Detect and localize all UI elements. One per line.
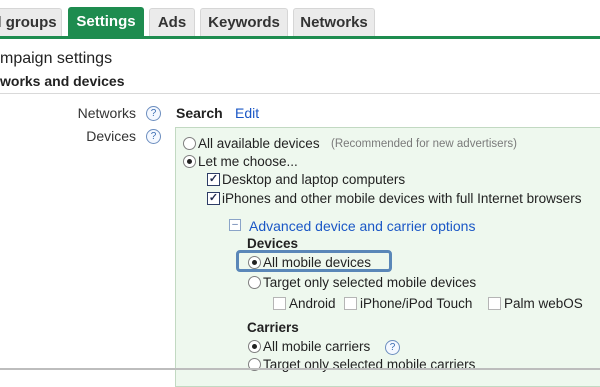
iphones-label: iPhones and other mobile devices with fu… bbox=[222, 191, 582, 206]
target-selected-devices-radio[interactable] bbox=[248, 276, 261, 289]
tab-bar: l groups Settings Ads Keywords Networks bbox=[0, 0, 600, 39]
tab-underline bbox=[0, 36, 600, 39]
networks-label: Networks bbox=[77, 105, 136, 121]
iphones-checkbox[interactable] bbox=[207, 192, 220, 205]
all-mobile-carriers-radio[interactable] bbox=[248, 340, 261, 353]
tab-keywords[interactable]: Keywords bbox=[200, 8, 288, 36]
bottom-border bbox=[0, 368, 600, 370]
collapse-icon[interactable]: – bbox=[229, 219, 241, 231]
desktop-checkbox[interactable] bbox=[207, 173, 220, 186]
recommended-note: (Recommended for new advertisers) bbox=[331, 138, 517, 150]
help-icon[interactable]: ? bbox=[146, 106, 161, 121]
carriers-subheader: Carriers bbox=[247, 320, 299, 335]
section-divider bbox=[0, 93, 600, 94]
iphone-touch-checkbox[interactable] bbox=[344, 297, 357, 310]
section-title: works and devices bbox=[0, 73, 125, 89]
tab-label: l groups bbox=[0, 14, 57, 31]
networks-value: Search bbox=[176, 105, 223, 121]
all-available-devices-label: All available devices bbox=[198, 136, 320, 151]
target-selected-devices-label: Target only selected mobile devices bbox=[263, 275, 477, 290]
tab-networks[interactable]: Networks bbox=[293, 8, 375, 36]
android-checkbox[interactable] bbox=[273, 297, 286, 310]
palm-webos-label: Palm webOS bbox=[504, 296, 583, 311]
all-mobile-carriers-label: All mobile carriers bbox=[263, 339, 371, 354]
all-mobile-devices-label: All mobile devices bbox=[263, 255, 372, 270]
all-available-devices-radio[interactable] bbox=[183, 137, 196, 150]
help-icon[interactable]: ? bbox=[146, 129, 161, 144]
all-mobile-devices-radio[interactable] bbox=[248, 256, 261, 269]
desktop-label: Desktop and laptop computers bbox=[222, 172, 406, 187]
let-me-choose-label: Let me choose... bbox=[198, 154, 298, 169]
tab-label: Ads bbox=[157, 14, 187, 31]
iphone-touch-label: iPhone/iPod Touch bbox=[360, 296, 473, 311]
networks-edit-link[interactable]: Edit bbox=[235, 105, 259, 121]
tab-ad-groups[interactable]: l groups bbox=[0, 8, 62, 36]
devices-label: Devices bbox=[86, 128, 136, 144]
devices-subheader: Devices bbox=[247, 236, 299, 251]
tab-label: Settings bbox=[76, 13, 136, 30]
tab-label: Networks bbox=[300, 14, 368, 31]
tab-settings[interactable]: Settings bbox=[68, 7, 144, 37]
advanced-options-link[interactable]: Advanced device and carrier options bbox=[249, 218, 475, 234]
tab-label: Keywords bbox=[208, 14, 280, 31]
help-icon[interactable]: ? bbox=[385, 340, 400, 355]
let-me-choose-radio[interactable] bbox=[183, 155, 196, 168]
android-label: Android bbox=[289, 296, 336, 311]
palm-webos-checkbox[interactable] bbox=[488, 297, 501, 310]
tab-ads[interactable]: Ads bbox=[149, 8, 195, 36]
page-title: mpaign settings bbox=[0, 50, 113, 67]
